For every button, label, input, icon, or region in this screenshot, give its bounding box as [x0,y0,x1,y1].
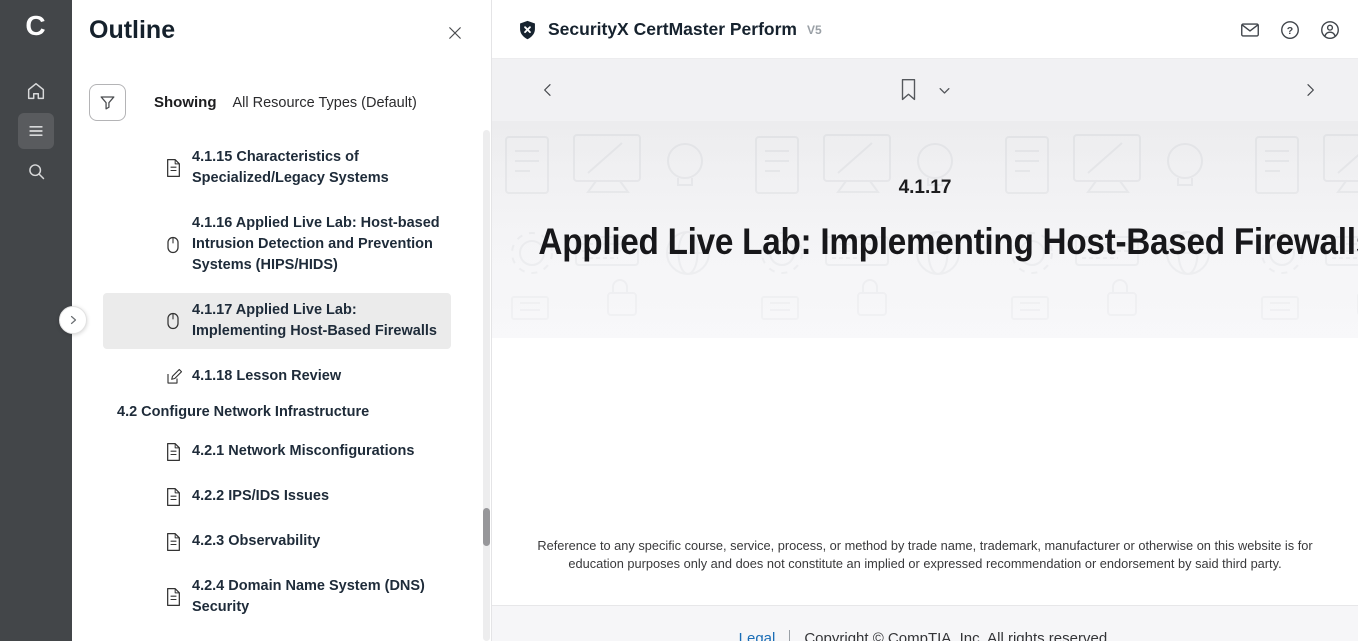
help-icon: ? [1279,19,1301,41]
menu-icon [26,121,46,141]
outline-section-4-2[interactable]: 4.2 Configure Network Infrastructure [117,404,484,420]
close-icon [446,24,464,42]
document-icon [165,487,183,507]
outline-scrollbar-thumb[interactable] [483,508,490,546]
mail-icon [1239,19,1261,41]
lesson-number: 4.1.17 [492,177,1358,199]
outline-item-4-1-16[interactable]: 4.1.16 Applied Live Lab: Host-based Intr… [103,206,451,283]
panel-collapse-button[interactable] [59,306,87,334]
header-actions: ? [1238,0,1342,59]
footer-row: Legal Copyright © CompTIA, Inc. All righ… [492,630,1358,641]
main-content: SecurityX CertMaster Perform V5 ? [492,0,1358,641]
outline-panel-title: Outline [89,16,175,45]
legal-link[interactable]: Legal [739,630,776,641]
comptia-logo: C [0,10,72,42]
svg-text:?: ? [1287,24,1293,36]
outline-item-label: 4.2.4 Domain Name System (DNS) Security [192,576,443,618]
outline-item-label: 4.1.16 Applied Live Lab: Host-based Intr… [192,213,443,276]
outline-item-4-1-17-selected[interactable]: 4.1.17 Applied Live Lab: Implementing Ho… [103,293,451,349]
outline-item-label: 4.1.18 Lesson Review [192,366,341,387]
document-icon [165,532,183,552]
edit-icon [165,368,183,386]
lesson-title: Applied Live Lab: Implementing Host-Base… [492,221,1358,263]
account-icon [1319,19,1341,41]
chevron-right-icon [1302,82,1318,98]
outline-item-4-2-4[interactable]: 4.2.4 Domain Name System (DNS) Security [103,569,451,625]
footer-divider [789,630,790,641]
product-title: SecurityX CertMaster Perform [548,19,797,40]
search-icon [26,161,47,182]
outline-item-4-1-15[interactable]: 4.1.15 Characteristics of Specialized/Le… [103,140,451,196]
shield-x-icon [517,19,538,41]
outline-list: 4.1.15 Characteristics of Specialized/Le… [72,140,484,641]
product-version: V5 [807,23,822,37]
outline-item-label: 4.2.1 Network Misconfigurations [192,441,414,462]
outline-scrollbar-track[interactable] [483,130,490,641]
outline-item-4-2-5[interactable]: 4.2.5 Email Security [103,635,451,641]
filter-funnel-icon [98,93,117,112]
sidebar-item-search[interactable] [18,153,54,189]
help-button[interactable]: ? [1278,18,1302,42]
bookmark-controls [492,59,1358,121]
product-brand: SecurityX CertMaster Perform V5 [517,0,822,59]
outline-item-label: 4.2.2 IPS/IDS Issues [192,486,329,507]
sidebar-item-home[interactable] [18,73,54,109]
bookmark-button[interactable] [898,78,919,102]
lab-mouse-icon [165,311,183,331]
filter-value: All Resource Types (Default) [233,95,417,111]
outline-item-4-2-2[interactable]: 4.2.2 IPS/IDS Issues [103,479,451,514]
chevron-right-icon [67,314,79,326]
outline-item-4-2-3[interactable]: 4.2.3 Observability [103,524,451,559]
document-icon [165,442,183,462]
outline-item-4-1-18[interactable]: 4.1.18 Lesson Review [103,359,451,394]
document-icon [165,158,183,178]
chevron-down-icon [937,83,952,98]
sidebar-item-outline[interactable] [18,113,54,149]
copyright-text: Copyright © CompTIA, Inc. All rights res… [804,630,1111,641]
outline-item-label: 4.2.3 Observability [192,531,320,552]
outline-panel: Outline Showing All Resource Types (Defa… [72,0,492,641]
lesson-toolbar [492,59,1358,121]
filter-showing-label: Showing [154,94,217,111]
bookmark-icon [898,78,919,102]
lesson-hero-banner: 4.1.17 Applied Live Lab: Implementing Ho… [492,121,1358,338]
close-outline-button[interactable] [441,19,469,47]
account-button[interactable] [1318,18,1342,42]
outline-item-label: 4.1.15 Characteristics of Specialized/Le… [192,147,443,189]
lab-mouse-icon [165,235,183,255]
outline-item-4-2-1[interactable]: 4.2.1 Network Misconfigurations [103,434,451,469]
product-header: SecurityX CertMaster Perform V5 ? [492,0,1358,59]
filter-button[interactable] [89,84,126,121]
outline-filter-row: Showing All Resource Types (Default) [89,84,417,121]
page-footer: Legal Copyright © CompTIA, Inc. All righ… [492,605,1358,641]
messages-button[interactable] [1238,18,1262,42]
next-lesson-button[interactable] [1298,78,1322,102]
document-icon [165,587,183,607]
outline-item-label: 4.1.17 Applied Live Lab: Implementing Ho… [192,300,443,342]
home-icon [25,80,47,102]
bookmark-menu-button[interactable] [937,83,952,98]
third-party-disclaimer: Reference to any specific course, servic… [533,537,1317,573]
